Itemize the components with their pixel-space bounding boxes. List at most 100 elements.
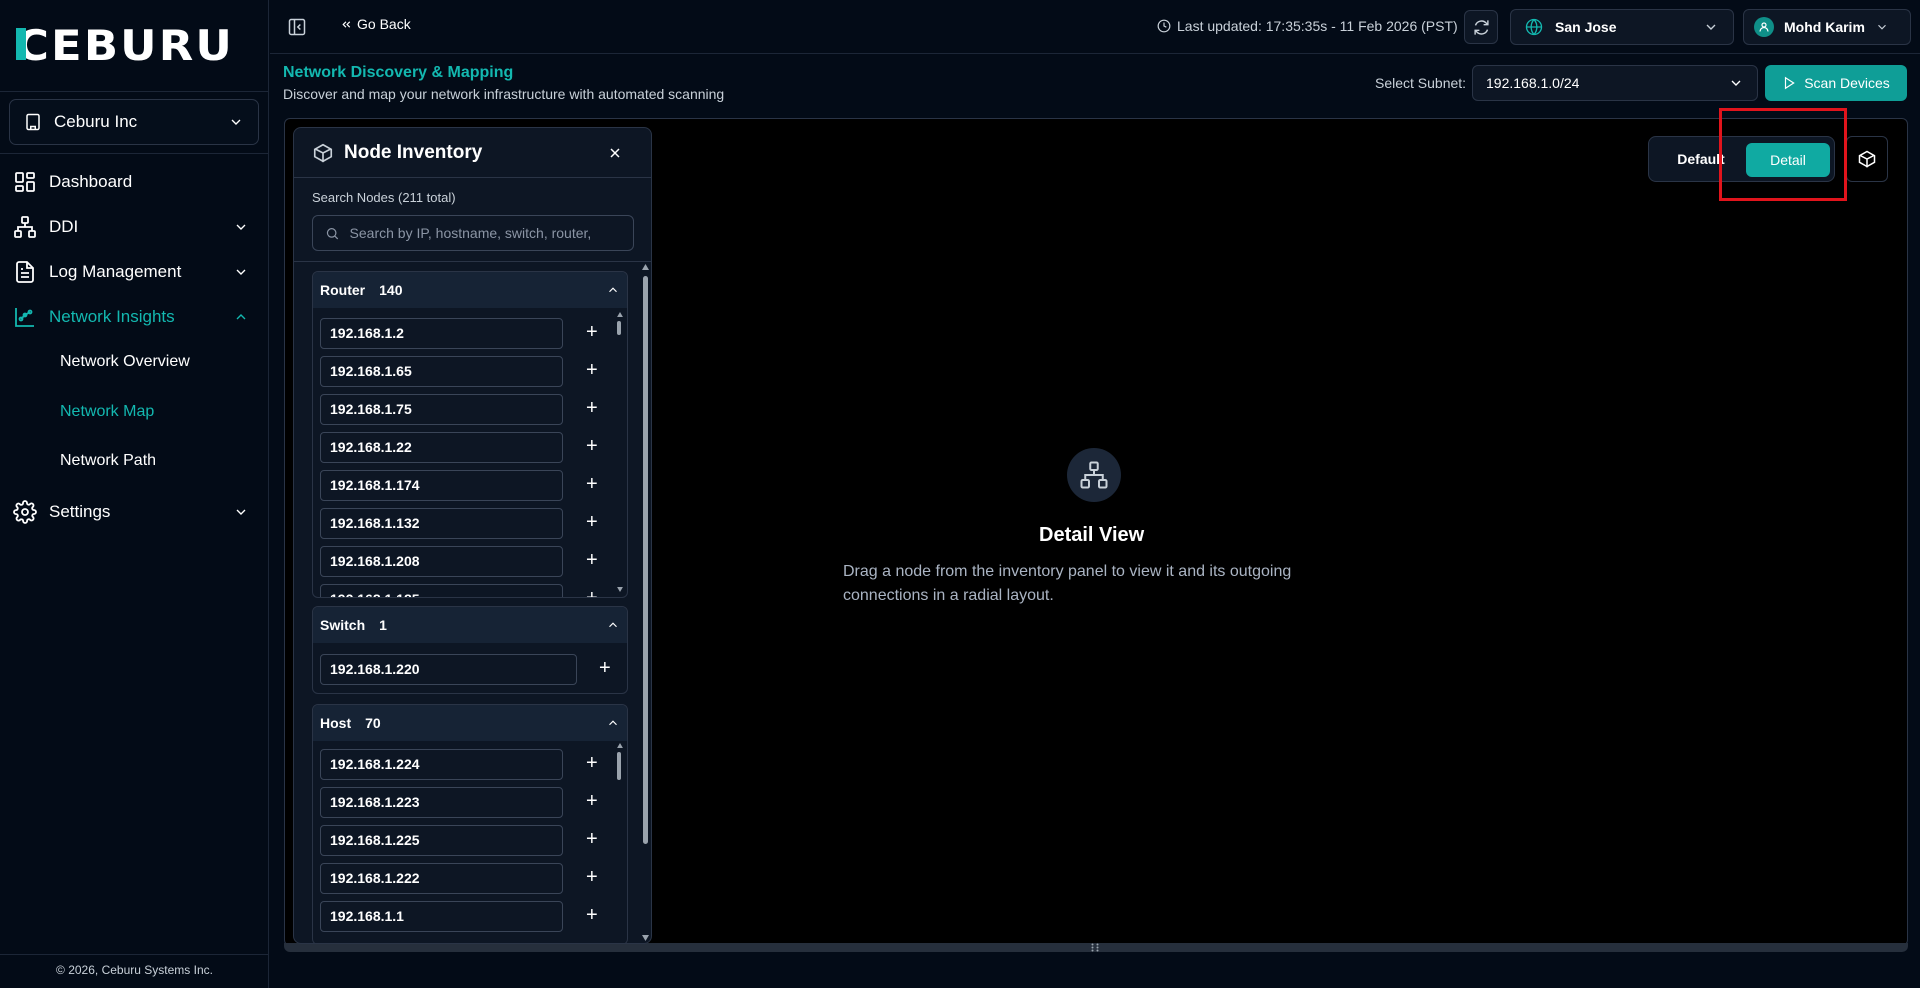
collapse-sidebar-button[interactable] xyxy=(286,16,308,38)
scroll-up-icon xyxy=(642,264,649,270)
nav-settings[interactable]: Settings xyxy=(13,492,253,532)
svg-text:CEBURU: CEBURU xyxy=(16,22,234,66)
add-node-button[interactable]: + xyxy=(586,791,598,811)
close-inventory-button[interactable] xyxy=(607,145,623,161)
add-node-button[interactable]: + xyxy=(586,322,598,342)
node-chip[interactable]: 192.168.1.225 xyxy=(320,824,563,856)
node-inventory-panel: Node Inventory Search Nodes (211 total) … xyxy=(293,127,652,944)
chevron-up-icon xyxy=(609,622,617,628)
node-chip[interactable]: 192.168.1.174 xyxy=(320,469,563,501)
group-count: 70 xyxy=(365,715,381,731)
page-title: Network Discovery & Mapping xyxy=(283,64,514,81)
resize-handle[interactable] xyxy=(284,943,1908,952)
group-count: 1 xyxy=(379,617,387,633)
nav-network-insights[interactable]: Network Insights xyxy=(13,297,253,337)
node-chip[interactable]: 192.168.1.22 xyxy=(320,431,563,463)
add-node-button[interactable]: + xyxy=(586,753,598,773)
add-node-button[interactable]: + xyxy=(586,588,598,597)
go-back-button[interactable]: Go Back xyxy=(340,16,411,32)
scan-devices-label: Scan Devices xyxy=(1804,75,1890,91)
empty-state-icon xyxy=(1067,448,1121,502)
user-icon xyxy=(1759,22,1769,32)
refresh-button[interactable] xyxy=(1464,10,1498,44)
org-selector[interactable]: Ceburu Inc xyxy=(9,99,259,145)
node-chip[interactable]: 192.168.1.224 xyxy=(320,748,563,780)
last-updated-text: Last updated: 17:35:35s - 11 Feb 2026 (P… xyxy=(1177,18,1458,34)
nav-log-management-label: Log Management xyxy=(49,262,182,281)
sidebar-collapse-icon xyxy=(288,18,306,36)
nav-network-map[interactable]: Network Map xyxy=(60,403,154,421)
node-chip[interactable]: 192.168.1.185 xyxy=(320,583,563,597)
location-selector[interactable]: San Jose xyxy=(1510,9,1734,45)
scan-devices-button[interactable]: Scan Devices xyxy=(1765,65,1907,101)
chevron-down-icon xyxy=(231,119,241,125)
nav-network-path[interactable]: Network Path xyxy=(60,452,156,470)
list-item: 192.168.1.220 + xyxy=(320,653,611,685)
list-item: 192.168.1.222 + xyxy=(320,862,598,894)
nav-log-management[interactable]: Log Management xyxy=(13,252,253,292)
nav-network-overview[interactable]: Network Overview xyxy=(60,353,190,371)
add-node-button[interactable]: + xyxy=(586,398,598,418)
group-scrollbar[interactable] xyxy=(617,312,623,594)
inventory-scrollbar[interactable] xyxy=(642,264,649,943)
node-chip[interactable]: 192.168.1.65 xyxy=(320,355,563,387)
scroll-up-icon xyxy=(617,312,623,317)
chevron-up-icon xyxy=(236,314,246,320)
search-icon xyxy=(326,227,339,239)
list-item: 192.168.1.2 + xyxy=(320,317,598,349)
chevron-down-icon xyxy=(236,509,246,515)
add-node-button[interactable]: + xyxy=(586,867,598,887)
user-name: Mohd Karim xyxy=(1784,19,1865,35)
add-node-button[interactable]: + xyxy=(586,512,598,532)
3d-view-button[interactable] xyxy=(1846,136,1888,182)
close-icon xyxy=(610,148,620,158)
search-input[interactable] xyxy=(349,225,621,241)
add-node-button[interactable]: + xyxy=(586,905,598,925)
scroll-thumb[interactable] xyxy=(617,752,621,780)
group-scrollbar[interactable] xyxy=(617,743,623,943)
go-back-label: Go Back xyxy=(357,16,411,32)
node-group-host: Host 70 192.168.1.224 + 192.168.1.223 + 19… xyxy=(312,704,628,943)
location-name: San Jose xyxy=(1555,19,1617,35)
network-icon xyxy=(1080,461,1108,489)
subnet-select[interactable]: 192.168.1.0/24 xyxy=(1472,65,1758,101)
node-chip[interactable]: 192.168.1.75 xyxy=(320,393,563,425)
ceburu-logo[interactable]: CEBURU xyxy=(16,22,236,66)
copyright: © 2026, Ceburu Systems Inc. xyxy=(56,963,213,977)
nav-ddi[interactable]: DDI xyxy=(13,207,253,247)
search-field[interactable] xyxy=(312,215,634,251)
list-item: 192.168.1.185 + xyxy=(320,583,598,597)
node-chip[interactable]: 192.168.1.220 xyxy=(320,653,577,685)
node-chip[interactable]: 192.168.1.208 xyxy=(320,545,563,577)
node-chip[interactable]: 192.168.1.1 xyxy=(320,900,563,932)
grip-icon xyxy=(1091,943,1099,952)
scroll-thumb[interactable] xyxy=(643,276,648,844)
chevron-down-icon xyxy=(236,269,246,275)
add-node-button[interactable]: + xyxy=(586,360,598,380)
node-chip[interactable]: 192.168.1.223 xyxy=(320,786,563,818)
nav-dashboard[interactable]: Dashboard xyxy=(13,162,253,202)
chevrons-left-icon xyxy=(342,20,351,28)
nav-dashboard-label: Dashboard xyxy=(49,172,133,191)
add-node-button[interactable]: + xyxy=(586,474,598,494)
add-node-button[interactable]: + xyxy=(586,550,598,570)
file-text-icon xyxy=(16,261,34,283)
search-label: Search Nodes (211 total) xyxy=(312,190,456,205)
node-chip[interactable]: 192.168.1.132 xyxy=(320,507,563,539)
chevron-down-icon xyxy=(1706,24,1716,30)
add-node-button[interactable]: + xyxy=(599,658,611,678)
user-menu[interactable]: Mohd Karim xyxy=(1743,9,1911,45)
group-name: Router xyxy=(320,282,366,298)
scroll-thumb[interactable] xyxy=(617,321,621,335)
group-name: Switch xyxy=(320,617,366,633)
page-subtitle: Discover and map your network infrastruc… xyxy=(283,86,725,102)
group-header-router[interactable]: Router 140 xyxy=(313,272,627,308)
node-chip[interactable]: 192.168.1.2 xyxy=(320,317,563,349)
add-node-button[interactable]: + xyxy=(586,829,598,849)
add-node-button[interactable]: + xyxy=(586,436,598,456)
group-header-host[interactable]: Host 70 xyxy=(313,705,627,741)
group-header-switch[interactable]: Switch 1 xyxy=(313,607,627,643)
group-count: 140 xyxy=(379,282,403,298)
scroll-down-icon xyxy=(617,587,623,592)
node-chip[interactable]: 192.168.1.222 xyxy=(320,862,563,894)
